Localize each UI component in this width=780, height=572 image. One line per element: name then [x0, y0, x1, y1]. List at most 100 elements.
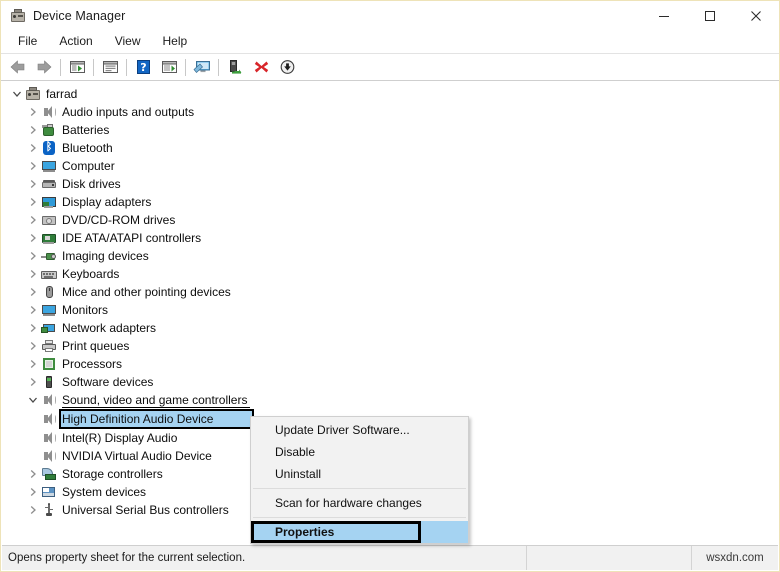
tree-item-label: Storage controllers — [62, 467, 163, 481]
chevron-down-icon[interactable] — [9, 86, 25, 102]
tree-item-audio-inputs-and-outputs[interactable]: Audio inputs and outputs — [2, 103, 778, 121]
scan-hardware-icon[interactable] — [189, 55, 215, 79]
help-question-icon[interactable]: ? — [130, 55, 156, 79]
speaker-icon — [41, 430, 57, 446]
tree-item-sound-video-and-game-controllers[interactable]: Sound, video and game controllers — [2, 391, 778, 409]
window-title: Device Manager — [33, 8, 126, 23]
speaker-icon — [41, 392, 57, 408]
tree-item-label: System devices — [62, 485, 147, 499]
close-button[interactable] — [733, 1, 779, 30]
tree-item-dvd-cd-rom-drives[interactable]: DVD/CD-ROM drives — [2, 211, 778, 229]
chevron-right-icon[interactable] — [25, 194, 41, 210]
chevron-right-icon[interactable] — [25, 502, 41, 518]
tree-item-display-adapters[interactable]: Display adapters — [2, 193, 778, 211]
mouse-icon — [41, 284, 57, 300]
chevron-right-icon[interactable] — [25, 158, 41, 174]
camera-icon — [41, 248, 57, 264]
tree-item-disk-drives[interactable]: Disk drives — [2, 175, 778, 193]
chevron-right-icon[interactable] — [25, 484, 41, 500]
tree-item-batteries[interactable]: Batteries — [2, 121, 778, 139]
tree-item-print-queues[interactable]: Print queues — [2, 337, 778, 355]
back-arrow-icon[interactable] — [5, 55, 31, 79]
tree-item-label: High Definition Audio Device — [62, 412, 214, 426]
chevron-right-icon[interactable] — [25, 356, 41, 372]
tree-item-root[interactable]: farrad — [2, 85, 778, 103]
context-menu-item-scan-for-hardware-changes[interactable]: Scan for hardware changes — [251, 492, 468, 514]
tree-item-label: Universal Serial Bus controllers — [62, 503, 229, 517]
chevron-right-icon[interactable] — [25, 104, 41, 120]
status-bar: Opens property sheet for the current sel… — [2, 545, 778, 570]
tree-item-label: NVIDIA Virtual Audio Device — [62, 449, 212, 463]
chevron-right-icon[interactable] — [25, 466, 41, 482]
tree-item-network-adapters[interactable]: Network adapters — [2, 319, 778, 337]
menu-action[interactable]: Action — [48, 31, 103, 52]
tree-item-imaging-devices[interactable]: Imaging devices — [2, 247, 778, 265]
speaker-icon — [41, 448, 57, 464]
context-menu-item-properties[interactable]: Properties — [251, 521, 468, 543]
usb-controller-icon — [41, 502, 57, 518]
properties-window-icon[interactable] — [97, 55, 123, 79]
tree-item-label: Batteries — [62, 123, 110, 137]
tree-item-label: Mice and other pointing devices — [62, 285, 231, 299]
tree-item-software-devices[interactable]: Software devices — [2, 373, 778, 391]
chevron-right-icon[interactable] — [25, 266, 41, 282]
chevron-right-icon[interactable] — [25, 122, 41, 138]
chevron-right-icon[interactable] — [25, 176, 41, 192]
context-menu-separator — [253, 517, 466, 518]
toolbar: ? — [1, 53, 779, 81]
tree-item-label: Audio inputs and outputs — [62, 105, 195, 119]
menu-help[interactable]: Help — [152, 31, 199, 52]
tree-item-label: Display adapters — [62, 195, 152, 209]
watermark: wsxdn.com — [706, 552, 764, 564]
tree-item-ide-ata-atapi-controllers[interactable]: IDE ATA/ATAPI controllers — [2, 229, 778, 247]
tree-item-label: Intel(R) Display Audio — [62, 431, 178, 445]
tree-item-bluetooth[interactable]: ᛒ Bluetooth — [2, 139, 778, 157]
tree-item-mice-and-other-pointing-devices[interactable]: Mice and other pointing devices — [2, 283, 778, 301]
tree-item-processors[interactable]: Processors — [2, 355, 778, 373]
update-driver-icon[interactable] — [156, 55, 182, 79]
storage-controller-icon — [41, 466, 57, 482]
tree-item-monitors[interactable]: Monitors — [2, 301, 778, 319]
svg-text:?: ? — [140, 61, 146, 74]
ide-controller-icon — [41, 230, 57, 246]
context-menu-item-disable[interactable]: Disable — [251, 441, 468, 463]
maximize-button[interactable] — [687, 1, 733, 30]
tree-item-keyboards[interactable]: Keyboards — [2, 265, 778, 283]
chevron-right-icon[interactable] — [25, 302, 41, 318]
forward-arrow-icon[interactable] — [31, 55, 57, 79]
tree-item-label: Computer — [62, 159, 115, 173]
monitor-icon — [41, 158, 57, 174]
speaker-icon — [41, 104, 57, 120]
context-menu-item-update-driver-software[interactable]: Update Driver Software... — [251, 419, 468, 441]
speaker-icon — [41, 411, 57, 427]
menu-file[interactable]: File — [7, 31, 48, 52]
menu-view[interactable]: View — [104, 31, 152, 52]
tree-item-computer[interactable]: Computer — [2, 157, 778, 175]
disk-drive-icon — [41, 176, 57, 192]
chevron-right-icon[interactable] — [25, 230, 41, 246]
disable-down-arrow-icon[interactable] — [274, 55, 300, 79]
chevron-right-icon[interactable] — [25, 320, 41, 336]
tree-item-label: Processors — [62, 357, 123, 371]
context-menu-item-uninstall[interactable]: Uninstall — [251, 463, 468, 485]
chevron-right-icon[interactable] — [25, 212, 41, 228]
tree-item-label: Monitors — [62, 303, 109, 317]
minimize-button[interactable] — [641, 1, 687, 30]
chevron-right-icon[interactable] — [25, 248, 41, 264]
enable-device-icon[interactable] — [222, 55, 248, 79]
menu-bar: File Action View Help — [1, 30, 779, 53]
context-menu-separator — [253, 488, 466, 489]
chevron-down-icon[interactable] — [25, 392, 41, 408]
tree-item-label: Software devices — [62, 375, 154, 389]
dvd-drive-icon — [41, 212, 57, 228]
computer-device-icon — [25, 86, 41, 102]
device-manager-icon — [10, 8, 26, 24]
tree-item-label: Print queues — [62, 339, 130, 353]
chevron-right-icon[interactable] — [25, 140, 41, 156]
tree-item-label: Bluetooth — [62, 141, 113, 155]
chevron-right-icon[interactable] — [25, 374, 41, 390]
chevron-right-icon[interactable] — [25, 284, 41, 300]
chevron-right-icon[interactable] — [25, 338, 41, 354]
console-tree-icon[interactable] — [64, 55, 90, 79]
uninstall-red-x-icon[interactable] — [248, 55, 274, 79]
